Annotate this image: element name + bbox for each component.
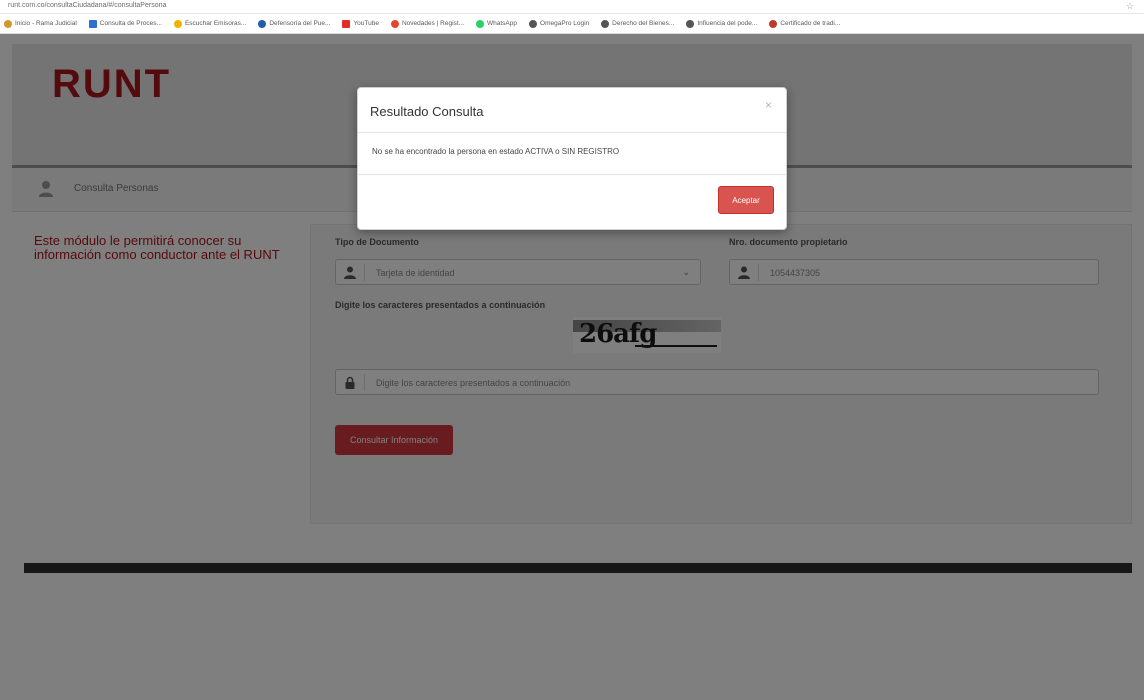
bookmark-label: Escuchar Emisoras... [184, 20, 247, 27]
dialog-divider [358, 132, 786, 133]
result-dialog: Resultado Consulta × No se ha encontrado… [357, 87, 787, 230]
dialog-divider [358, 174, 786, 175]
bookmark-label: WhatsApp [487, 20, 518, 27]
globe-icon [4, 19, 12, 28]
bookmark-item[interactable]: YouTube [342, 19, 379, 28]
bookmark-item[interactable]: Consulta de Proces... [88, 19, 162, 28]
bookmark-item[interactable]: OmegaPro Login [529, 19, 590, 28]
accept-button[interactable]: Aceptar [718, 186, 774, 214]
bookmark-item[interactable]: Novedades | Regist... [390, 19, 465, 28]
shield-icon [258, 19, 267, 28]
globe-icon [601, 19, 610, 28]
globe-icon [686, 19, 695, 28]
close-icon[interactable]: × [765, 98, 772, 112]
bookmark-label: Inicio - Rama Judicial [15, 20, 77, 27]
car-icon [769, 19, 778, 28]
bookmark-item[interactable]: Escuchar Emisoras... [173, 19, 247, 28]
bookmark-item[interactable]: Influencia del pode... [686, 19, 758, 28]
radio-icon [173, 19, 182, 28]
bookmark-item[interactable]: Defensoría del Pue... [258, 19, 331, 28]
bookmark-star-icon[interactable]: ☆ [1126, 1, 1134, 12]
bookmark-label: YouTube [353, 20, 379, 27]
bookmark-label: Defensoría del Pue... [269, 20, 331, 27]
globe-icon [529, 19, 538, 28]
whatsapp-icon [476, 19, 485, 28]
bookmarks-bar: Inicio - Rama Judicial Consulta de Proces… [0, 14, 1144, 34]
youtube-icon [342, 19, 351, 28]
bookmark-label: Certificado de tradi... [780, 20, 841, 27]
bookmark-label: Consulta de Proces... [99, 20, 162, 27]
document-icon [88, 19, 97, 28]
bookmark-item[interactable]: Derecho del Bienes... [601, 19, 675, 28]
browser-address-bar[interactable]: runt.com.co/consultaCiudadana/#/consulta… [0, 0, 1144, 14]
bookmark-label: Derecho del Bienes... [612, 20, 675, 27]
bookmark-label: OmegaPro Login [540, 20, 590, 27]
dialog-title: Resultado Consulta [370, 104, 484, 119]
bookmark-label: Novedades | Regist... [401, 20, 465, 27]
url-text[interactable]: runt.com.co/consultaCiudadana/#/consulta… [8, 2, 166, 9]
bookmark-item[interactable]: WhatsApp [476, 19, 518, 28]
bookmark-item[interactable]: Inicio - Rama Judicial [4, 19, 77, 28]
arrow-icon [390, 19, 399, 28]
bookmark-item[interactable]: Certificado de tradi... [769, 19, 841, 28]
dialog-message: No se ha encontrado la persona en estado… [372, 147, 620, 156]
bookmark-label: Influencia del pode... [697, 20, 758, 27]
